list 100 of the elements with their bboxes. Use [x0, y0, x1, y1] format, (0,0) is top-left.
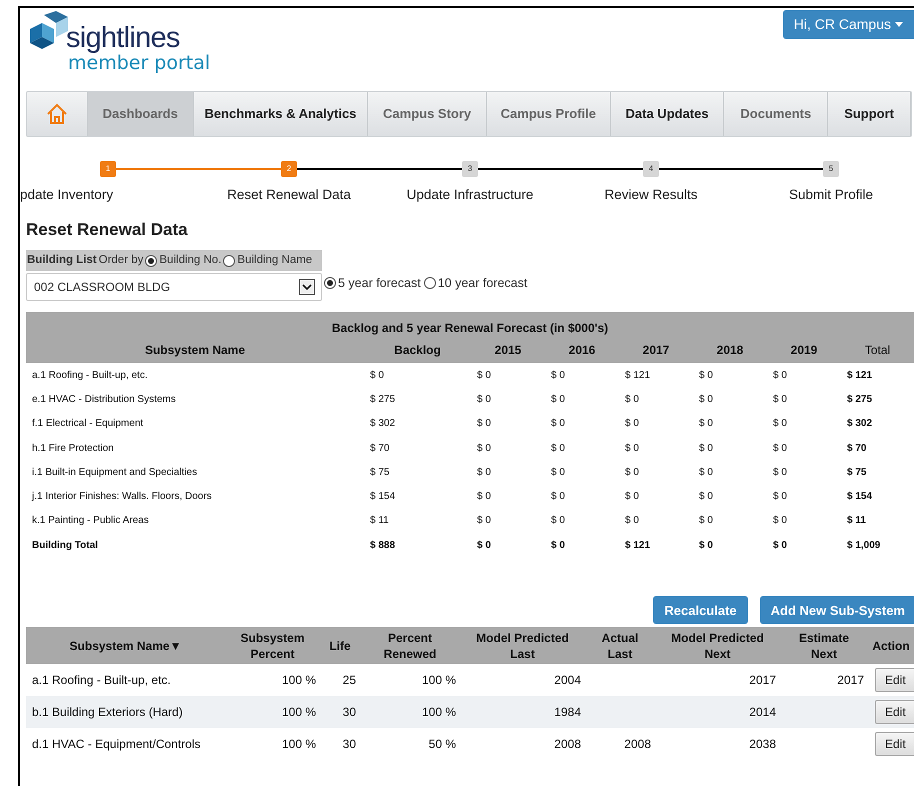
radio-button[interactable]	[145, 254, 158, 266]
table-cell: 100 %	[422, 705, 456, 720]
table-cell-text: $ 0	[550, 490, 566, 504]
building-list-label: Building List	[27, 252, 97, 268]
table-cell-text: $ 0	[698, 514, 714, 528]
building-select[interactable]: 002 CLASSROOM BLDG	[26, 273, 322, 301]
nav-tab[interactable]: Benchmarks & Analytics	[194, 92, 368, 136]
table-cell-text: k.1 Painting - Public Areas	[31, 514, 150, 528]
radio-button[interactable]	[424, 277, 436, 290]
action-button[interactable]: Recalculate	[653, 596, 748, 624]
nav-tab[interactable]: Documents	[724, 92, 828, 136]
column-header: 2018	[693, 341, 767, 363]
table-cell-text: $ 302	[369, 417, 396, 432]
radio-button[interactable]	[223, 254, 236, 266]
column-header: Backlog	[364, 341, 471, 363]
table-cell-text: $ 0	[550, 417, 566, 432]
table-cell-text: $ 0	[476, 538, 492, 553]
table-cell-text: $ 0	[772, 442, 788, 456]
table-cell-text: $ 0	[698, 466, 714, 480]
table-cell: $ 121	[841, 363, 914, 388]
table-cell-text: $ 11	[369, 514, 390, 528]
table-cell: d.1 HVAC - Equipment/Controls	[32, 737, 201, 752]
home-icon	[46, 103, 68, 125]
chevron-down-icon	[299, 279, 315, 295]
table-cell: 100 %	[422, 673, 456, 688]
radio-label: Building Name	[237, 252, 312, 268]
caret-icon	[895, 22, 903, 27]
table-cell-text: $ 0	[698, 392, 714, 407]
table-cell-text: $ 11	[846, 514, 867, 528]
user-menu-button[interactable]: Hi, CR Campus	[782, 10, 914, 39]
step-marker: 1	[100, 161, 116, 177]
table-cell: a.1 Roofing - Built-up, etc.	[26, 363, 364, 388]
table-cell: 30	[342, 737, 356, 752]
column-header: Model Predicted Next	[670, 630, 765, 662]
table-cell: 25	[342, 673, 356, 688]
radio-label: 10 year forecast	[438, 275, 528, 292]
column-header: Subsystem Name	[26, 341, 364, 363]
table-cell-text: $ 275	[369, 392, 396, 407]
table-title: Backlog and 5 year Renewal Forecast (in $000's)	[26, 312, 914, 341]
table-cell-text: $ 0	[772, 490, 788, 504]
table-cell: $ 0	[545, 363, 619, 388]
radio-label: Building No.	[159, 252, 222, 268]
step-marker: 5	[823, 161, 839, 177]
table-cell: 100 %	[282, 737, 316, 752]
edit-button[interactable]: Edit	[875, 732, 914, 756]
table-cell-text: $ 0	[624, 417, 640, 432]
table-cell-text: $ 0	[476, 442, 492, 456]
table-cell-text: $ 0	[772, 466, 788, 480]
table-cell: 2038	[749, 737, 776, 752]
table-cell-text: $ 0	[550, 392, 566, 407]
step-label: Review Results	[604, 186, 698, 204]
logo-tagline: member portal	[68, 54, 210, 73]
order-by-label: Order by	[98, 252, 144, 268]
logo-wordmark: sightlines	[66, 24, 181, 53]
table-cell-text: f.1 Electrical - Equipment	[31, 417, 144, 432]
table-cell-text: $ 0	[698, 417, 714, 432]
table-cell-text: $ 0	[698, 442, 714, 456]
table-cell-text: j.1 Interior Finishes: Walls. Floors, Doors	[30, 490, 213, 504]
column-header: Model Predicted Last	[475, 630, 570, 662]
table-cell-text: $ 0	[550, 538, 566, 553]
table-cell-text: $ 75	[846, 466, 868, 480]
action-button[interactable]: Add New Sub-System	[760, 596, 914, 624]
edit-button[interactable]: Edit	[875, 668, 914, 692]
table-cell-text: e.1 HVAC - Distribution Systems	[31, 392, 177, 407]
table-cell: $ 0	[693, 363, 767, 388]
nav-tab[interactable]: Campus Story	[368, 92, 487, 136]
radio-button[interactable]	[324, 277, 336, 290]
table-cell: 30	[342, 705, 356, 720]
table-cell-text: $ 0	[476, 490, 492, 504]
edit-button[interactable]: Edit	[875, 700, 914, 724]
table-cell: 2017	[837, 673, 864, 688]
table-cell: 50 %	[428, 737, 456, 752]
table-cell: 2004	[554, 673, 581, 688]
table-cell-text: $ 0	[624, 514, 640, 528]
step-marker: 2	[281, 161, 297, 177]
step-marker: 3	[462, 161, 478, 177]
table-cell: 2008	[624, 737, 651, 752]
table-cell-text: $ 0	[476, 392, 492, 407]
radio-label: 5 year forecast	[338, 275, 421, 292]
nav-tab[interactable]: Support	[828, 92, 912, 136]
nav-tab[interactable]: Data Updates	[610, 92, 724, 136]
table-cell-text: $ 0	[624, 442, 640, 456]
table-cell: 2017	[749, 673, 776, 688]
table-cell-text: Building Total	[31, 538, 99, 553]
page-title: Reset Renewal Data	[26, 221, 189, 238]
select-value: 002 CLASSROOM BLDG	[34, 279, 170, 296]
table-cell: 1984	[554, 705, 581, 720]
table-cell-text: $ 0	[550, 466, 566, 480]
column-header: Subsystem Name▼	[70, 638, 182, 654]
nav-tab[interactable]: Dashboards	[88, 92, 194, 136]
column-header: Estimate Next	[798, 630, 850, 662]
table-cell-text: $ 154	[369, 490, 396, 504]
table-cell: $ 0	[364, 363, 471, 388]
table-cell-text: $ 0	[476, 417, 492, 432]
table-cell-text: $ 75	[369, 466, 390, 480]
table-cell-text: $ 0	[772, 538, 788, 553]
step-label: pdate Inventory	[20, 186, 114, 204]
column-header: 2017	[619, 341, 693, 363]
nav-tab[interactable]: Campus Profile	[486, 92, 611, 136]
column-header: Action	[872, 638, 910, 654]
